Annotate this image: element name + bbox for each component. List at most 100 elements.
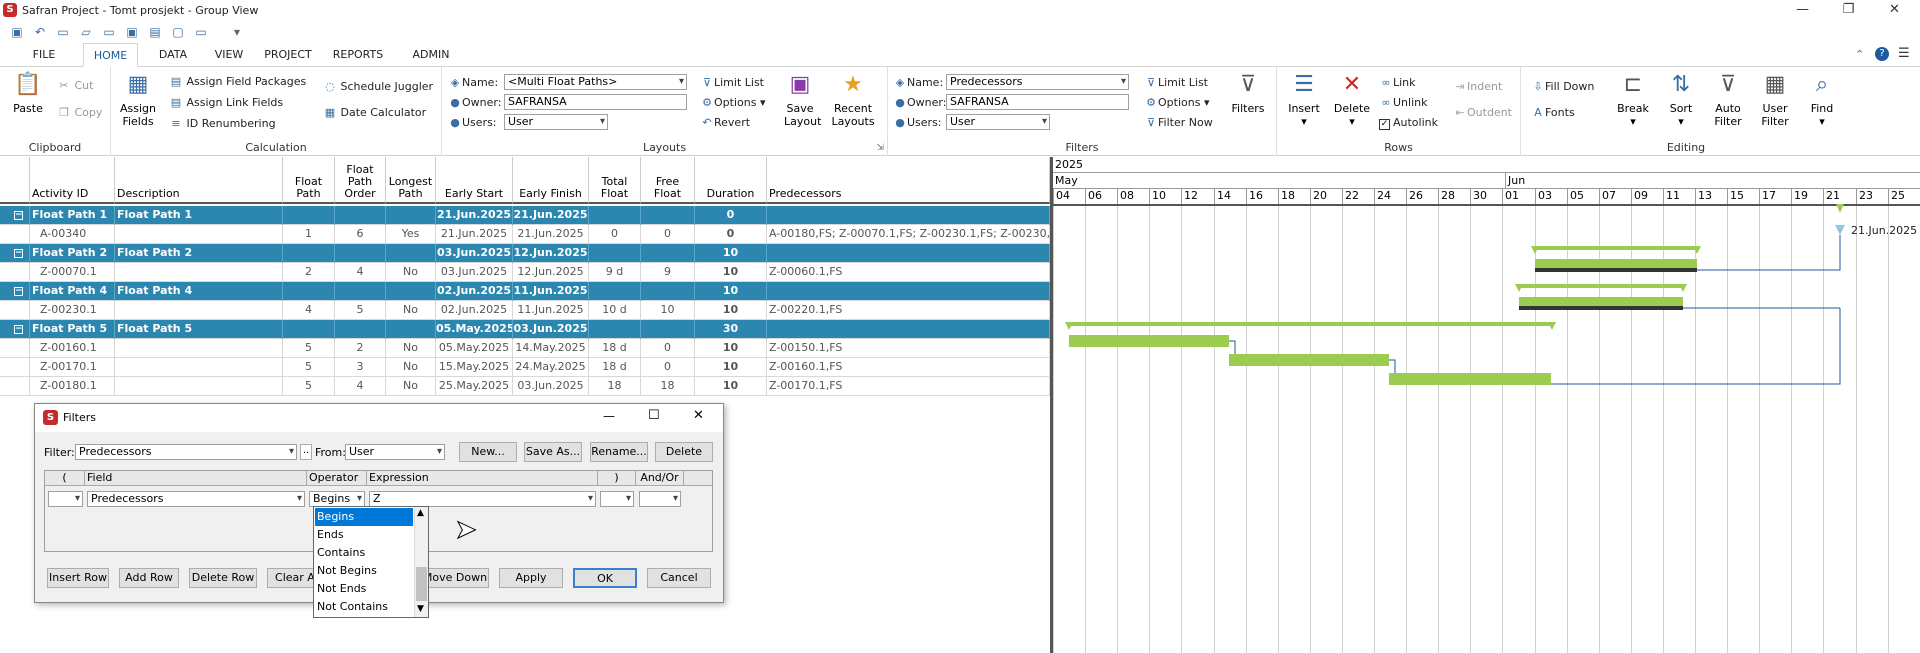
gantt-bar-z00070[interactable] <box>1535 259 1697 268</box>
cell-tf[interactable]: 10 d <box>589 301 641 320</box>
cell-es[interactable]: 03.Jun.2025 <box>436 244 513 263</box>
delete-rows-button[interactable]: ✕ Delete ▾ <box>1329 71 1375 128</box>
table-row[interactable]: Z-00180.1 5 4 No 25.May.2025 03.Jun.2025 18 18 1… <box>0 377 1050 396</box>
cell-fp[interactable]: 5 <box>283 339 335 358</box>
collapse-ribbon-icon[interactable]: ⌃ <box>1855 48 1864 61</box>
gantt-bar-z00180[interactable] <box>1389 373 1551 385</box>
cell-ff[interactable]: 10 <box>641 301 695 320</box>
row-selector[interactable]: − <box>0 206 30 225</box>
cell-id[interactable]: Float Path 4 <box>30 282 115 301</box>
cell-lp[interactable] <box>386 282 436 301</box>
header-early-start[interactable]: Early Start <box>436 157 513 204</box>
id-renumbering-button[interactable]: ≡ ID Renumbering <box>169 117 275 130</box>
operator-select[interactable]: Begins <box>309 491 365 507</box>
close-button[interactable]: ✕ <box>1872 0 1917 21</box>
cell-fpo[interactable]: 6 <box>335 225 386 244</box>
cell-es[interactable]: 15.May.2025 <box>436 358 513 377</box>
apply-button[interactable]: Apply <box>499 568 563 588</box>
date-calculator-button[interactable]: ▦ Date Calculator <box>323 106 426 119</box>
outdent-button[interactable]: ⇤ Outdent <box>1453 106 1512 119</box>
header-activity-id[interactable]: Activity ID <box>30 157 115 204</box>
cell-ff[interactable] <box>641 282 695 301</box>
schedule-juggler-button[interactable]: ◌ Schedule Juggler <box>323 80 433 93</box>
filter-now-button[interactable]: ⊽ Filter Now <box>1144 116 1213 129</box>
cell-id[interactable]: Z-00070.1 <box>30 263 115 282</box>
collapse-icon[interactable]: − <box>14 249 23 258</box>
cell-id[interactable]: A-00340 <box>30 225 115 244</box>
cell-fpo[interactable] <box>335 206 386 225</box>
table-row[interactable]: Z-00230.1 4 5 No 02.Jun.2025 11.Jun.2025 10 d1… <box>0 301 1050 320</box>
cell-pred[interactable]: Z-00170.1,FS <box>767 377 1050 396</box>
new-filter-button[interactable]: New... <box>459 442 517 462</box>
scroll-down-icon[interactable]: ▼ <box>417 604 424 614</box>
tab-home[interactable]: HOME <box>83 43 138 67</box>
dialog-maximize-button[interactable]: ☐ <box>648 408 660 423</box>
cell-pred[interactable]: Z-00160.1,FS <box>767 358 1050 377</box>
assign-fields-button[interactable]: ▦ Assign Fields <box>115 71 161 128</box>
row-selector[interactable]: − <box>0 320 30 339</box>
minimize-button[interactable]: — <box>1780 0 1825 21</box>
row-selector[interactable] <box>0 225 30 244</box>
cell-dur[interactable]: 10 <box>695 339 767 358</box>
header-duration[interactable]: Duration <box>695 157 767 204</box>
insert-button[interactable]: ☰ Insert ▾ <box>1281 71 1327 128</box>
cell-pred[interactable]: A-00180,FS; Z-00070.1,FS; Z-00230.1,FS; … <box>767 225 1050 244</box>
filter-options-button[interactable]: ⚙ Options ▾ <box>1144 96 1209 109</box>
collapse-icon[interactable]: − <box>14 325 23 334</box>
dialog-minimize-button[interactable]: — <box>603 409 615 423</box>
cell-id[interactable]: Float Path 2 <box>30 244 115 263</box>
add-row-button[interactable]: Add Row <box>119 568 179 588</box>
header-description[interactable]: Description <box>115 157 283 204</box>
group-row[interactable]: − Float Path 4 Float Path 4 02.Jun.2025 11.J… <box>0 282 1050 301</box>
cell-fpo[interactable] <box>335 282 386 301</box>
open-paren-select[interactable] <box>48 491 83 507</box>
tab-file[interactable]: FILE <box>18 43 70 67</box>
fonts-button[interactable]: A Fonts <box>1531 106 1574 119</box>
table-row[interactable]: Z-00070.1 2 4 No 03.Jun.2025 12.Jun.2025 9 d91… <box>0 263 1050 282</box>
cell-ff[interactable] <box>641 244 695 263</box>
cell-lp[interactable]: No <box>386 377 436 396</box>
cell-pred[interactable] <box>767 244 1050 263</box>
cell-es[interactable]: 21.Jun.2025 <box>436 225 513 244</box>
cell-fp[interactable]: 2 <box>283 263 335 282</box>
cell-tf[interactable] <box>589 282 641 301</box>
cell-id[interactable]: Float Path 1 <box>30 206 115 225</box>
recent-layouts-button[interactable]: ★ Recent Layouts <box>826 71 880 128</box>
gantt-bar-z00170[interactable] <box>1229 354 1389 366</box>
header-float-path[interactable]: Float Path <box>283 157 335 204</box>
expression-field[interactable]: Z <box>369 491 596 507</box>
cell-tf[interactable] <box>589 320 641 339</box>
cell-tf[interactable]: 18 d <box>589 358 641 377</box>
cell-dur[interactable]: 10 <box>695 263 767 282</box>
cell-dur[interactable]: 10 <box>695 301 767 320</box>
filter-name-select[interactable]: Predecessors <box>946 74 1129 90</box>
cell-dur[interactable]: 0 <box>695 225 767 244</box>
cell-pred[interactable] <box>767 282 1050 301</box>
header-float-path-order[interactable]: Float Path Order <box>335 157 386 204</box>
row-selector[interactable] <box>0 339 30 358</box>
operator-option[interactable]: Not Begins <box>315 562 413 580</box>
header-total-float[interactable]: Total Float <box>589 157 641 204</box>
menu-icon[interactable]: ☰ <box>1898 46 1910 61</box>
cell-desc[interactable]: Float Path 5 <box>115 320 283 339</box>
cell-ff[interactable]: 18 <box>641 377 695 396</box>
cell-fp[interactable]: 5 <box>283 358 335 377</box>
cell-fpo[interactable]: 4 <box>335 263 386 282</box>
filters-button[interactable]: ⊽ Filters <box>1226 71 1270 115</box>
cell-tf[interactable]: 9 d <box>589 263 641 282</box>
cell-es[interactable]: 05.May.2025 <box>436 320 513 339</box>
row-selector[interactable] <box>0 263 30 282</box>
ok-button[interactable]: OK <box>573 568 637 588</box>
cell-tf[interactable] <box>589 206 641 225</box>
cell-id[interactable]: Float Path 5 <box>30 320 115 339</box>
save-as-button[interactable]: Save As... <box>524 442 582 462</box>
undo-icon[interactable]: ↶ <box>33 25 47 39</box>
filter-limit-list-button[interactable]: ⊽ Limit List <box>1144 76 1208 89</box>
cell-pred[interactable] <box>767 206 1050 225</box>
cell-fpo[interactable]: 4 <box>335 377 386 396</box>
new-folder-icon[interactable]: ▭ <box>56 25 70 39</box>
layout-owner-field[interactable]: SAFRANSA <box>504 94 687 110</box>
cell-ef[interactable]: 12.Jun.2025 <box>513 244 589 263</box>
layout-limit-list-button[interactable]: ⊽ Limit List <box>700 76 764 89</box>
cell-lp[interactable]: No <box>386 339 436 358</box>
